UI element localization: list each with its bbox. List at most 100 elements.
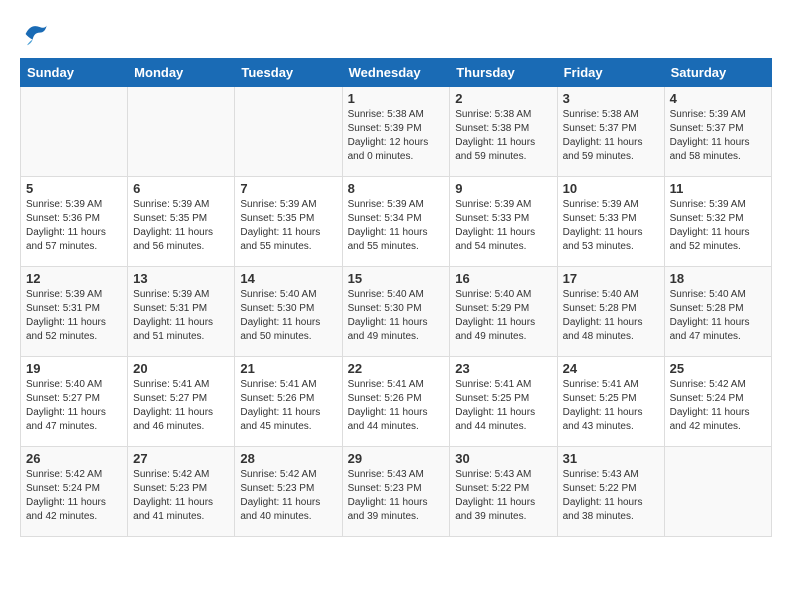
day-number: 21: [240, 361, 336, 376]
day-number: 16: [455, 271, 551, 286]
day-number: 24: [563, 361, 659, 376]
calendar-table: SundayMondayTuesdayWednesdayThursdayFrid…: [20, 58, 772, 537]
day-info: Sunrise: 5:41 AM Sunset: 5:27 PM Dayligh…: [133, 378, 229, 434]
calendar-day-2: 2 Sunrise: 5:38 AM Sunset: 5:38 PM Daylig…: [450, 87, 557, 177]
day-info: Sunrise: 5:40 AM Sunset: 5:30 PM Dayligh…: [240, 288, 336, 344]
day-info: Sunrise: 5:43 AM Sunset: 5:22 PM Dayligh…: [455, 468, 551, 524]
calendar-day-3: 3 Sunrise: 5:38 AM Sunset: 5:37 PM Daylig…: [557, 87, 664, 177]
day-info: Sunrise: 5:39 AM Sunset: 5:34 PM Dayligh…: [348, 198, 445, 254]
day-number: 22: [348, 361, 445, 376]
calendar-day-28: 28Sunrise: 5:42 AM Sunset: 5:23 PM Dayli…: [235, 447, 342, 537]
calendar-day-26: 26 Sunrise: 5:42 AM Sunset: 5:24 PM Dayli…: [21, 447, 128, 537]
calendar-day-18: 18 Sunrise: 5:40 AM Sunset: 5:28 PM Dayli…: [664, 267, 771, 357]
day-info: Sunrise: 5:42 AM Sunset: 5:23 PM Dayligh…: [240, 468, 336, 524]
day-number: 25: [670, 361, 766, 376]
day-number: 17: [563, 271, 659, 286]
day-number: 30: [455, 451, 551, 466]
day-number: 27: [133, 451, 229, 466]
day-number: 15: [348, 271, 445, 286]
calendar-day-25: 25 Sunrise: 5:42 AM Sunset: 5:24 PM Dayli…: [664, 357, 771, 447]
weekday-header-tuesday: Tuesday: [235, 59, 342, 87]
day-info: Sunrise: 5:42 AM Sunset: 5:24 PM Dayligh…: [670, 378, 766, 434]
day-number: 7: [240, 181, 336, 196]
day-info: Sunrise: 5:42 AM Sunset: 5:24 PM Dayligh…: [26, 468, 122, 524]
calendar-day-12: 12 Sunrise: 5:39 AM Sunset: 5:31 PM Dayli…: [21, 267, 128, 357]
empty-cell: [235, 87, 342, 177]
day-info: Sunrise: 5:40 AM Sunset: 5:28 PM Dayligh…: [670, 288, 766, 344]
day-number: 6: [133, 181, 229, 196]
day-number: 19: [26, 361, 122, 376]
weekday-header-monday: Monday: [128, 59, 235, 87]
day-number: 12: [26, 271, 122, 286]
weekday-header-saturday: Saturday: [664, 59, 771, 87]
day-info: Sunrise: 5:38 AM Sunset: 5:39 PM Dayligh…: [348, 108, 445, 164]
logo-bird-icon: [20, 20, 48, 48]
calendar-day-1: 1 Sunrise: 5:38 AM Sunset: 5:39 PM Daylig…: [342, 87, 450, 177]
day-number: 23: [455, 361, 551, 376]
calendar-day-6: 6Sunrise: 5:39 AM Sunset: 5:35 PM Daylig…: [128, 177, 235, 267]
day-info: Sunrise: 5:39 AM Sunset: 5:33 PM Dayligh…: [563, 198, 659, 254]
day-info: Sunrise: 5:42 AM Sunset: 5:23 PM Dayligh…: [133, 468, 229, 524]
day-info: Sunrise: 5:41 AM Sunset: 5:25 PM Dayligh…: [563, 378, 659, 434]
calendar-day-8: 8 Sunrise: 5:39 AM Sunset: 5:34 PM Daylig…: [342, 177, 450, 267]
calendar-day-11: 11 Sunrise: 5:39 AM Sunset: 5:32 PM Dayli…: [664, 177, 771, 267]
weekday-header-thursday: Thursday: [450, 59, 557, 87]
day-number: 8: [348, 181, 445, 196]
day-info: Sunrise: 5:41 AM Sunset: 5:26 PM Dayligh…: [348, 378, 445, 434]
day-number: 5: [26, 181, 122, 196]
calendar-day-21: 21 Sunrise: 5:41 AM Sunset: 5:26 PM Dayli…: [235, 357, 342, 447]
day-info: Sunrise: 5:43 AM Sunset: 5:22 PM Dayligh…: [563, 468, 659, 524]
empty-cell: [128, 87, 235, 177]
day-info: Sunrise: 5:39 AM Sunset: 5:36 PM Dayligh…: [26, 198, 122, 254]
day-info: Sunrise: 5:41 AM Sunset: 5:26 PM Dayligh…: [240, 378, 336, 434]
calendar-day-27: 27 Sunrise: 5:42 AM Sunset: 5:23 PM Dayli…: [128, 447, 235, 537]
calendar-day-5: 5 Sunrise: 5:39 AM Sunset: 5:36 PM Daylig…: [21, 177, 128, 267]
day-info: Sunrise: 5:39 AM Sunset: 5:35 PM Dayligh…: [240, 198, 336, 254]
calendar-day-4: 4Sunrise: 5:39 AM Sunset: 5:37 PM Daylig…: [664, 87, 771, 177]
calendar-day-31: 31 Sunrise: 5:43 AM Sunset: 5:22 PM Dayli…: [557, 447, 664, 537]
day-number: 26: [26, 451, 122, 466]
calendar-day-30: 30 Sunrise: 5:43 AM Sunset: 5:22 PM Dayli…: [450, 447, 557, 537]
day-number: 14: [240, 271, 336, 286]
day-info: Sunrise: 5:40 AM Sunset: 5:29 PM Dayligh…: [455, 288, 551, 344]
calendar-day-23: 23 Sunrise: 5:41 AM Sunset: 5:25 PM Dayli…: [450, 357, 557, 447]
day-number: 10: [563, 181, 659, 196]
day-number: 31: [563, 451, 659, 466]
weekday-header-wednesday: Wednesday: [342, 59, 450, 87]
calendar-day-9: 9Sunrise: 5:39 AM Sunset: 5:33 PM Daylig…: [450, 177, 557, 267]
day-number: 20: [133, 361, 229, 376]
calendar-day-7: 7 Sunrise: 5:39 AM Sunset: 5:35 PM Daylig…: [235, 177, 342, 267]
calendar-day-16: 16 Sunrise: 5:40 AM Sunset: 5:29 PM Dayli…: [450, 267, 557, 357]
calendar-day-29: 29 Sunrise: 5:43 AM Sunset: 5:23 PM Dayli…: [342, 447, 450, 537]
calendar-day-13: 13Sunrise: 5:39 AM Sunset: 5:31 PM Dayli…: [128, 267, 235, 357]
day-info: Sunrise: 5:38 AM Sunset: 5:37 PM Dayligh…: [563, 108, 659, 164]
day-info: Sunrise: 5:39 AM Sunset: 5:32 PM Dayligh…: [670, 198, 766, 254]
calendar-day-20: 20 Sunrise: 5:41 AM Sunset: 5:27 PM Dayli…: [128, 357, 235, 447]
calendar-day-15: 15 Sunrise: 5:40 AM Sunset: 5:30 PM Dayli…: [342, 267, 450, 357]
calendar-day-14: 14 Sunrise: 5:40 AM Sunset: 5:30 PM Dayli…: [235, 267, 342, 357]
day-info: Sunrise: 5:41 AM Sunset: 5:25 PM Dayligh…: [455, 378, 551, 434]
day-number: 11: [670, 181, 766, 196]
calendar-day-22: 22 Sunrise: 5:41 AM Sunset: 5:26 PM Dayli…: [342, 357, 450, 447]
day-info: Sunrise: 5:38 AM Sunset: 5:38 PM Dayligh…: [455, 108, 551, 164]
day-number: 29: [348, 451, 445, 466]
calendar-day-10: 10 Sunrise: 5:39 AM Sunset: 5:33 PM Dayli…: [557, 177, 664, 267]
empty-cell: [664, 447, 771, 537]
calendar-day-19: 19Sunrise: 5:40 AM Sunset: 5:27 PM Dayli…: [21, 357, 128, 447]
day-number: 1: [348, 91, 445, 106]
day-number: 13: [133, 271, 229, 286]
day-info: Sunrise: 5:39 AM Sunset: 5:37 PM Dayligh…: [670, 108, 766, 164]
day-info: Sunrise: 5:39 AM Sunset: 5:31 PM Dayligh…: [26, 288, 122, 344]
page-header: [20, 20, 772, 48]
calendar-day-17: 17 Sunrise: 5:40 AM Sunset: 5:28 PM Dayli…: [557, 267, 664, 357]
weekday-header-sunday: Sunday: [21, 59, 128, 87]
day-info: Sunrise: 5:40 AM Sunset: 5:28 PM Dayligh…: [563, 288, 659, 344]
day-number: 9: [455, 181, 551, 196]
day-info: Sunrise: 5:40 AM Sunset: 5:30 PM Dayligh…: [348, 288, 445, 344]
day-info: Sunrise: 5:43 AM Sunset: 5:23 PM Dayligh…: [348, 468, 445, 524]
day-number: 3: [563, 91, 659, 106]
empty-cell: [21, 87, 128, 177]
weekday-header-friday: Friday: [557, 59, 664, 87]
day-number: 18: [670, 271, 766, 286]
day-number: 2: [455, 91, 551, 106]
